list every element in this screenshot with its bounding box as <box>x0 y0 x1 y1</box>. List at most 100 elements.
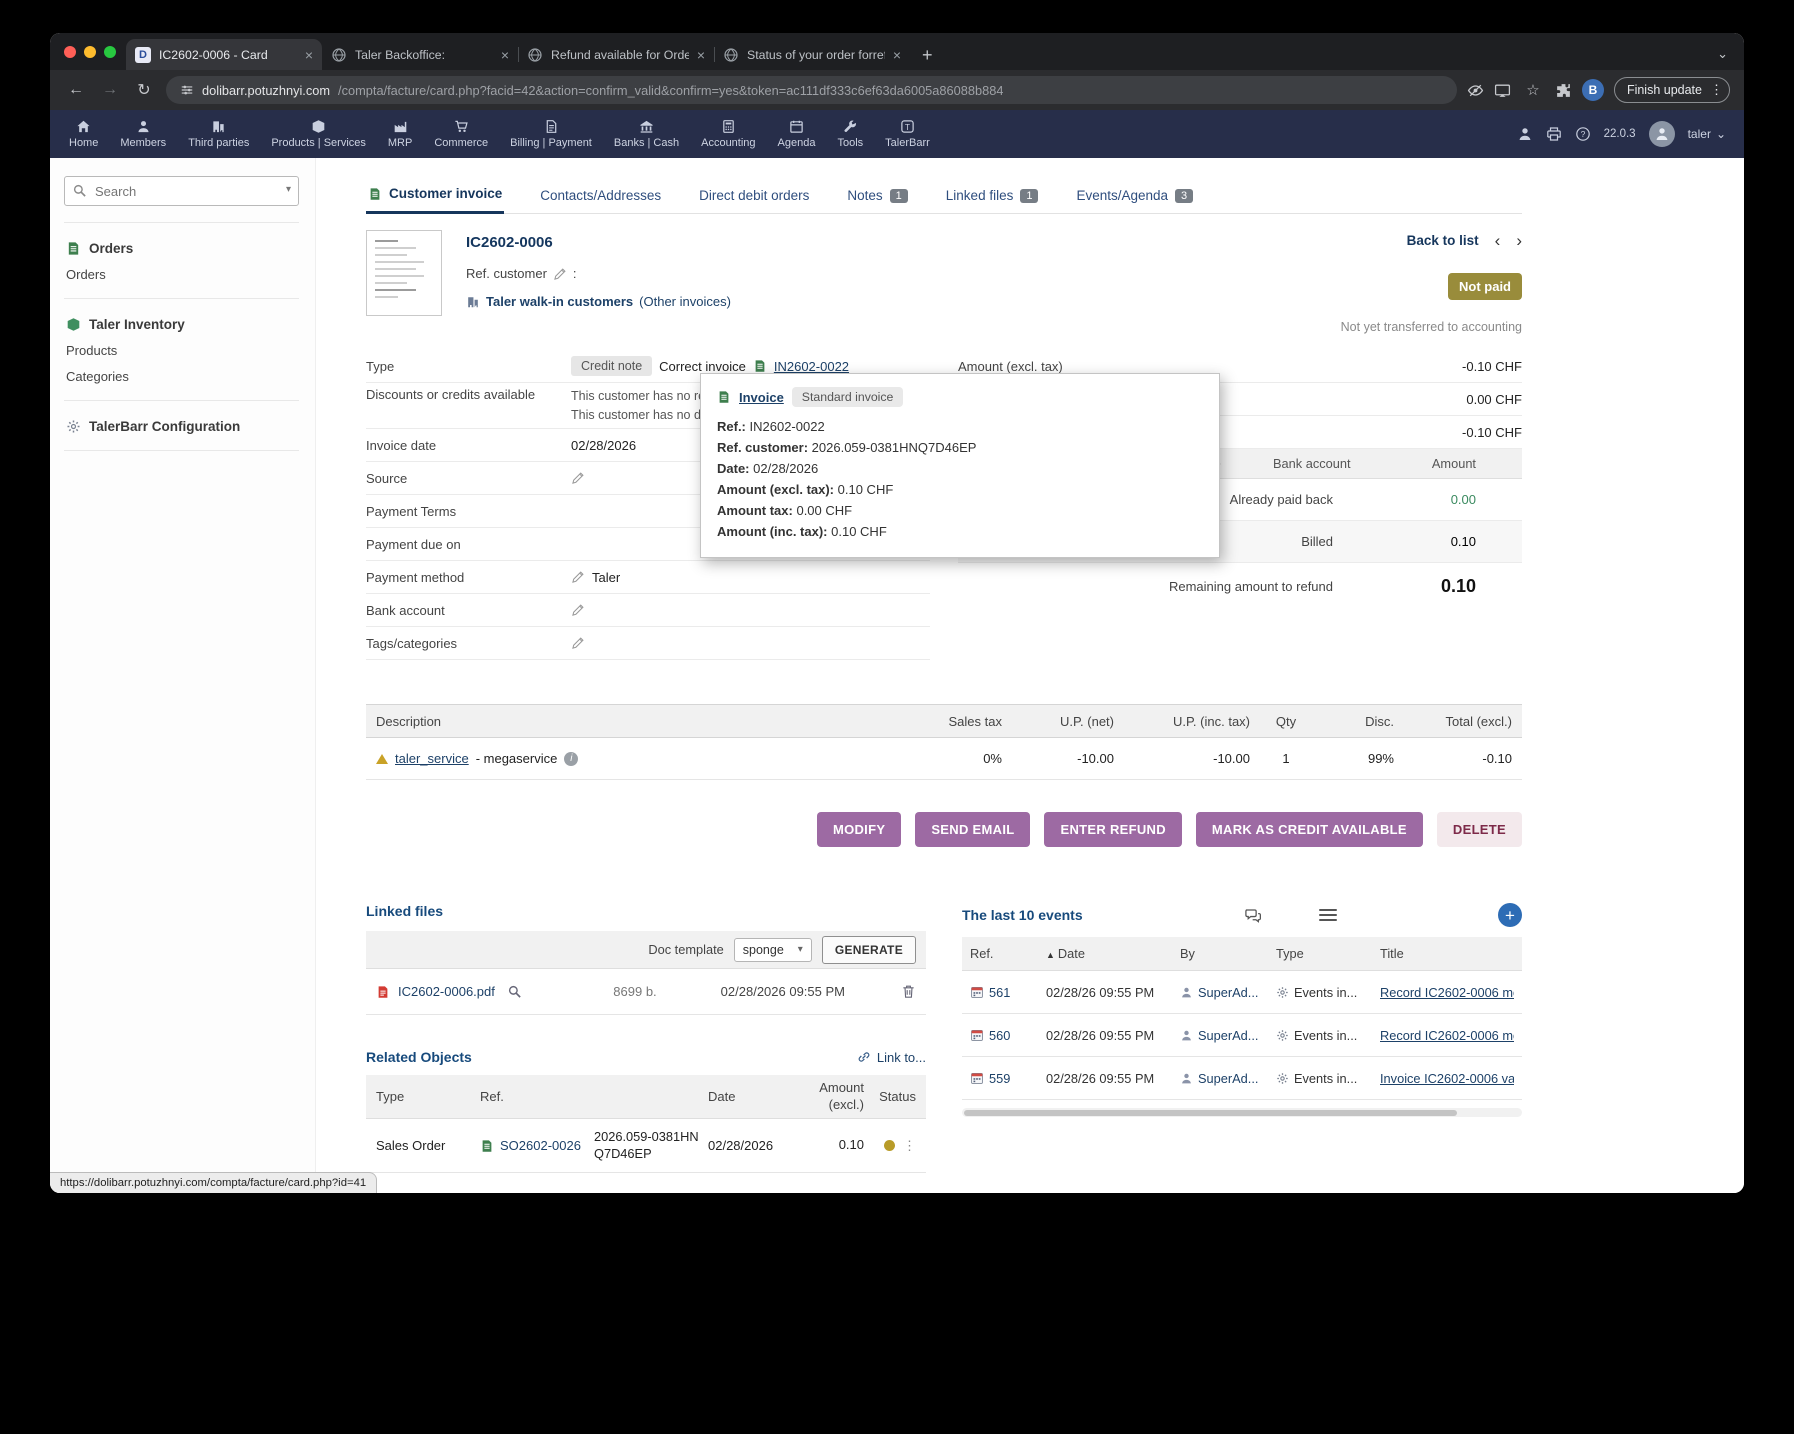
nav-item-home[interactable]: Home <box>58 110 109 158</box>
link-to-button[interactable]: Link to... <box>857 1050 926 1065</box>
tab-search-button[interactable]: ⌄ <box>1701 46 1744 70</box>
file-link[interactable]: IC2602-0006.pdf <box>398 984 495 999</box>
browser-tab[interactable]: Refund available for Order to × <box>518 39 714 70</box>
event-title-link[interactable]: Record IC2602-0006 modified <box>1380 1028 1514 1043</box>
print-icon[interactable] <box>1546 126 1562 142</box>
finish-update-button[interactable]: Finish update ⋮ <box>1614 77 1730 103</box>
edit-pencil-icon[interactable] <box>571 471 585 485</box>
sidebar-inventory-header[interactable]: Taler Inventory <box>66 317 297 332</box>
nav-item-tools[interactable]: Tools <box>826 110 874 158</box>
back-to-list-link[interactable]: Back to list <box>1407 233 1479 248</box>
nav-item-mrp[interactable]: MRP <box>377 110 423 158</box>
tab-customer-invoice[interactable]: Customer invoice <box>366 178 504 214</box>
bookmark-star-icon[interactable]: ☆ <box>1521 81 1545 99</box>
tab-events-agenda[interactable]: Events/Agenda3 <box>1074 180 1195 213</box>
thirdparty-link[interactable]: Taler walk-in customers <box>486 294 633 309</box>
event-ref-link[interactable]: 559 <box>989 1071 1010 1086</box>
event-user-link[interactable]: SuperAd... <box>1198 1071 1258 1086</box>
already-paid-value[interactable]: 0.00 <box>1391 492 1476 507</box>
browser-tab-active[interactable]: D IC2602-0006 - Card × <box>126 39 322 70</box>
list-view-icon[interactable] <box>1319 909 1337 921</box>
sales-order-link[interactable]: SO2602-0026 <box>500 1138 581 1153</box>
sidebar-orders-header[interactable]: Orders <box>66 241 297 256</box>
extensions-puzzle-icon[interactable] <box>1555 82 1572 99</box>
profile-avatar[interactable]: B <box>1582 79 1604 101</box>
tab-close-icon[interactable]: × <box>893 47 901 63</box>
event-ref-link[interactable]: 561 <box>989 985 1010 1000</box>
tab-close-icon[interactable]: × <box>501 47 509 63</box>
tracking-protection-icon[interactable] <box>1467 82 1484 99</box>
address-bar[interactable]: dolibarr.potuzhnyi.com/compta/facture/ca… <box>166 76 1457 104</box>
column-header-date[interactable]: ▲Date <box>1046 946 1180 961</box>
tab-notes[interactable]: Notes1 <box>845 180 909 213</box>
reload-button[interactable]: ↻ <box>132 80 156 100</box>
service-link[interactable]: taler_service <box>395 751 469 766</box>
sidebar-item-products[interactable]: Products <box>66 343 297 358</box>
nav-item-billing-payment[interactable]: Billing | Payment <box>499 110 603 158</box>
site-settings-icon[interactable] <box>180 83 194 97</box>
edit-pencil-icon[interactable] <box>553 267 567 281</box>
edit-pencil-icon[interactable] <box>571 603 585 617</box>
sidebar-item-categories[interactable]: Categories <box>66 369 297 384</box>
edit-pencil-icon[interactable] <box>571 636 585 650</box>
nav-item-products-services[interactable]: Products | Services <box>260 110 377 158</box>
preview-magnifier-icon[interactable] <box>507 984 522 999</box>
tab-linked-files[interactable]: Linked files1 <box>944 180 1041 213</box>
scrollbar-thumb[interactable] <box>964 1110 1457 1116</box>
generate-button[interactable]: GENERATE <box>822 936 916 964</box>
nav-item-members[interactable]: Members <box>109 110 177 158</box>
next-record-icon[interactable]: › <box>1516 232 1522 249</box>
event-title-link[interactable]: Record IC2602-0006 modified <box>1380 985 1514 1000</box>
browser-menu-icon[interactable]: ⋮ <box>1710 82 1723 98</box>
user-avatar[interactable] <box>1649 121 1675 147</box>
modify-button[interactable]: MODIFY <box>817 812 901 847</box>
messages-bubbles-icon[interactable] <box>1244 907 1263 924</box>
nav-item-commerce[interactable]: Commerce <box>423 110 499 158</box>
sidebar-item-orders[interactable]: Orders <box>66 267 297 282</box>
nav-item-accounting[interactable]: Accounting <box>690 110 766 158</box>
user-menu[interactable]: taler⌄ <box>1688 127 1726 141</box>
mark-credit-available-button[interactable]: MARK AS CREDIT AVAILABLE <box>1196 812 1423 847</box>
tab-contacts-addresses[interactable]: Contacts/Addresses <box>538 180 663 213</box>
edit-pencil-icon[interactable] <box>571 570 585 584</box>
nav-item-banks-cash[interactable]: Banks | Cash <box>603 110 690 158</box>
send-email-button[interactable]: SEND EMAIL <box>915 812 1030 847</box>
window-close-button[interactable] <box>64 46 76 58</box>
window-minimize-button[interactable] <box>84 46 96 58</box>
event-user-link[interactable]: SuperAd... <box>1198 985 1258 1000</box>
search-input[interactable] <box>64 176 299 206</box>
new-tab-button[interactable]: + <box>910 45 945 70</box>
enter-refund-button[interactable]: ENTER REFUND <box>1044 812 1181 847</box>
event-title-link[interactable]: Invoice IC2602-0006 validated <box>1380 1071 1514 1086</box>
row-menu-icon[interactable]: ⋮ <box>903 1138 916 1154</box>
trash-icon[interactable] <box>901 984 916 999</box>
sidebar-config-header[interactable]: TalerBarr Configuration <box>66 419 297 434</box>
help-icon[interactable] <box>1575 126 1591 142</box>
horizontal-scrollbar[interactable] <box>962 1108 1522 1117</box>
window-zoom-button[interactable] <box>104 46 116 58</box>
tab-close-icon[interactable]: × <box>697 47 705 63</box>
add-event-button[interactable]: + <box>1498 903 1522 927</box>
forward-button[interactable]: → <box>98 81 122 99</box>
tab-close-icon[interactable]: × <box>305 47 313 63</box>
browser-tab[interactable]: Taler Backoffice: × <box>322 39 518 70</box>
search-caret-icon[interactable]: ▾ <box>286 184 291 195</box>
event-ref-link[interactable]: 560 <box>989 1028 1010 1043</box>
prev-record-icon[interactable]: ‹ <box>1495 232 1501 249</box>
nav-item-agenda[interactable]: Agenda <box>767 110 827 158</box>
nav-item-talerbarr[interactable]: TalerBarr <box>874 110 941 158</box>
nav-item-third-parties[interactable]: Third parties <box>177 110 260 158</box>
event-user-link[interactable]: SuperAd... <box>1198 1028 1258 1043</box>
back-button[interactable]: ← <box>64 81 88 99</box>
user-tools-icon[interactable] <box>1517 126 1533 142</box>
info-icon[interactable]: i <box>564 752 578 766</box>
cast-icon[interactable] <box>1494 82 1511 99</box>
delete-button[interactable]: DELETE <box>1437 812 1522 847</box>
tab-direct-debit-orders[interactable]: Direct debit orders <box>697 180 811 213</box>
correct-invoice-link[interactable]: IN2602-0022 <box>774 359 849 374</box>
doc-template-select[interactable]: sponge ▾ <box>734 938 812 962</box>
invoice-preview-thumbnail[interactable] <box>366 230 442 316</box>
browser-tab[interactable]: Status of your order forrefund × <box>714 39 910 70</box>
tooltip-invoice-link[interactable]: Invoice <box>739 390 784 405</box>
other-invoices-link[interactable]: (Other invoices) <box>639 294 731 309</box>
